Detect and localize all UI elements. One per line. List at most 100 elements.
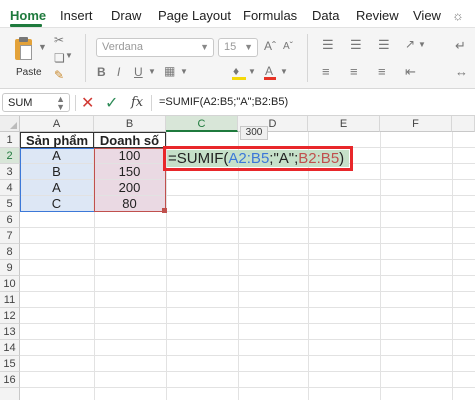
align-left-icon[interactable]: ≡ bbox=[322, 64, 330, 79]
formula-suffix: ) bbox=[339, 150, 345, 167]
row-header-13[interactable]: 13 bbox=[0, 324, 20, 340]
row-header-5[interactable]: 5 bbox=[0, 196, 20, 212]
italic-icon[interactable]: I bbox=[117, 65, 120, 79]
cell-b1[interactable]: Doanh số bbox=[94, 132, 166, 148]
name-box-stepper-icon: ▲ ▼ bbox=[56, 94, 65, 112]
row-header-3[interactable]: 3 bbox=[0, 164, 20, 180]
align-right-icon[interactable]: ≡ bbox=[378, 64, 386, 79]
select-all-triangle-icon bbox=[10, 122, 17, 129]
formula-criteria: ;"A"; bbox=[269, 150, 299, 167]
row-header-2[interactable]: 2 bbox=[0, 148, 20, 164]
align-middle-icon[interactable]: ☰ bbox=[350, 37, 362, 53]
copy-icon[interactable]: ❏ bbox=[54, 51, 65, 65]
increase-font-size-icon[interactable]: Aˆ bbox=[264, 39, 276, 53]
fill-color-swatch bbox=[232, 77, 246, 80]
font-name-value: Verdana bbox=[102, 41, 143, 53]
cell-a5[interactable]: C bbox=[20, 196, 94, 212]
format-painter-icon[interactable]: ✎ bbox=[54, 68, 64, 82]
formula-ref-a2-b5: A2:B5 bbox=[228, 150, 270, 167]
tell-me-lightbulb-icon[interactable]: ☼ bbox=[452, 8, 464, 23]
tab-review[interactable]: Review bbox=[356, 8, 399, 23]
font-color-chevron-icon[interactable]: ▼ bbox=[280, 67, 288, 76]
font-color-button[interactable]: A bbox=[264, 64, 276, 80]
cell-a3[interactable]: B bbox=[20, 164, 94, 180]
font-color-swatch bbox=[264, 77, 276, 80]
column-header-a[interactable]: A bbox=[20, 116, 94, 132]
font-size-select[interactable]: 15 ▼ bbox=[218, 38, 258, 57]
formula-bar-divider bbox=[75, 95, 76, 111]
tab-data[interactable]: Data bbox=[312, 8, 339, 23]
copy-chevron-icon[interactable]: ▼ bbox=[65, 51, 73, 60]
paste-label: Paste bbox=[16, 67, 42, 78]
align-center-icon[interactable]: ≡ bbox=[350, 64, 358, 79]
tab-draw[interactable]: Draw bbox=[111, 8, 141, 23]
borders-chevron-icon[interactable]: ▼ bbox=[180, 67, 188, 76]
tab-formulas[interactable]: Formulas bbox=[243, 8, 297, 23]
cell-b5[interactable]: 80 bbox=[94, 196, 166, 212]
row-header-7[interactable]: 7 bbox=[0, 228, 20, 244]
paste-button[interactable] bbox=[13, 36, 35, 62]
row-header-10[interactable]: 10 bbox=[0, 276, 20, 292]
cell-b3[interactable]: 150 bbox=[94, 164, 166, 180]
font-size-chevron-icon: ▼ bbox=[244, 42, 253, 52]
cell-c2-editor[interactable]: =SUMIF(A2:B5;"A";B2:B5) bbox=[167, 150, 349, 167]
column-header-f[interactable]: F bbox=[380, 116, 452, 132]
row-header-1[interactable]: 1 bbox=[0, 132, 20, 148]
select-all-corner[interactable] bbox=[0, 116, 20, 132]
formula-input[interactable]: =SUMIF(A2:B5;"A";B2:B5) bbox=[159, 96, 288, 108]
tab-insert[interactable]: Insert bbox=[60, 8, 93, 23]
row-header-11[interactable]: 11 bbox=[0, 292, 20, 308]
cell-a2[interactable]: A bbox=[20, 148, 94, 164]
name-box[interactable]: SUM ▲ ▼ bbox=[2, 93, 70, 112]
cancel-x-icon[interactable]: ✕ bbox=[81, 93, 94, 113]
align-top-icon[interactable]: ☰ bbox=[322, 37, 334, 53]
borders-icon[interactable]: ▦ bbox=[164, 64, 175, 78]
paste-sheet-icon bbox=[20, 45, 32, 60]
orientation-chevron-icon[interactable]: ▼ bbox=[418, 40, 426, 49]
ribbon-tab-bar: Home Insert Draw Page Layout Formulas Da… bbox=[0, 0, 475, 27]
row-header-6[interactable]: 6 bbox=[0, 212, 20, 228]
paint-bucket-icon: ♦ bbox=[233, 64, 240, 78]
cut-scissors-icon[interactable]: ✂ bbox=[54, 33, 64, 47]
column-header-e[interactable]: E bbox=[308, 116, 380, 132]
paste-options-chevron-icon[interactable]: ▼ bbox=[38, 42, 47, 52]
align-bottom-icon[interactable]: ☰ bbox=[378, 37, 390, 53]
underline-chevron-icon[interactable]: ▼ bbox=[148, 67, 156, 76]
row-header-17[interactable] bbox=[0, 388, 20, 400]
orientation-icon[interactable]: ↗ bbox=[405, 37, 415, 51]
toolbar-divider bbox=[307, 34, 308, 82]
wrap-text-icon[interactable]: ↵ bbox=[455, 38, 466, 54]
column-header-b[interactable]: B bbox=[94, 116, 166, 132]
cell-a1[interactable]: Sản phẩm bbox=[20, 132, 94, 148]
cell-a4[interactable]: A bbox=[20, 180, 94, 196]
row-header-15[interactable]: 15 bbox=[0, 356, 20, 372]
font-name-select[interactable]: Verdana ▼ bbox=[96, 38, 214, 57]
row-header-8[interactable]: 8 bbox=[0, 244, 20, 260]
tab-page-layout[interactable]: Page Layout bbox=[158, 8, 231, 23]
insert-function-fx-icon[interactable]: fx bbox=[131, 95, 143, 110]
row-header-12[interactable]: 12 bbox=[0, 308, 20, 324]
column-header-next[interactable] bbox=[452, 116, 475, 132]
row-header-14[interactable]: 14 bbox=[0, 340, 20, 356]
tab-home[interactable]: Home bbox=[10, 8, 46, 23]
clipboard-clip-icon bbox=[19, 37, 28, 42]
cell-b4[interactable]: 200 bbox=[94, 180, 166, 196]
cell-b2[interactable]: 100 bbox=[94, 148, 166, 164]
row-header-4[interactable]: 4 bbox=[0, 180, 20, 196]
tab-view[interactable]: View bbox=[413, 8, 441, 23]
row-header-9[interactable]: 9 bbox=[0, 260, 20, 276]
underline-icon[interactable]: U bbox=[134, 65, 143, 79]
decrease-font-size-icon[interactable]: Aˇ bbox=[283, 41, 293, 52]
formula-ref-b2-b5: B2:B5 bbox=[298, 150, 340, 167]
font-name-chevron-icon: ▼ bbox=[200, 42, 209, 52]
merge-cells-icon[interactable]: ↔ bbox=[455, 64, 468, 79]
enter-check-icon[interactable]: ✓ bbox=[105, 93, 118, 113]
formula-result-tooltip: 300 bbox=[240, 126, 268, 140]
bold-icon[interactable]: B bbox=[97, 65, 106, 79]
range-fill-handle[interactable] bbox=[162, 208, 167, 213]
row-header-16[interactable]: 16 bbox=[0, 372, 20, 388]
column-header-c[interactable]: C bbox=[166, 116, 238, 132]
fill-color-chevron-icon[interactable]: ▼ bbox=[248, 67, 256, 76]
fill-color-button[interactable]: ♦ bbox=[232, 64, 246, 80]
decrease-indent-icon[interactable]: ⇤ bbox=[405, 64, 416, 80]
